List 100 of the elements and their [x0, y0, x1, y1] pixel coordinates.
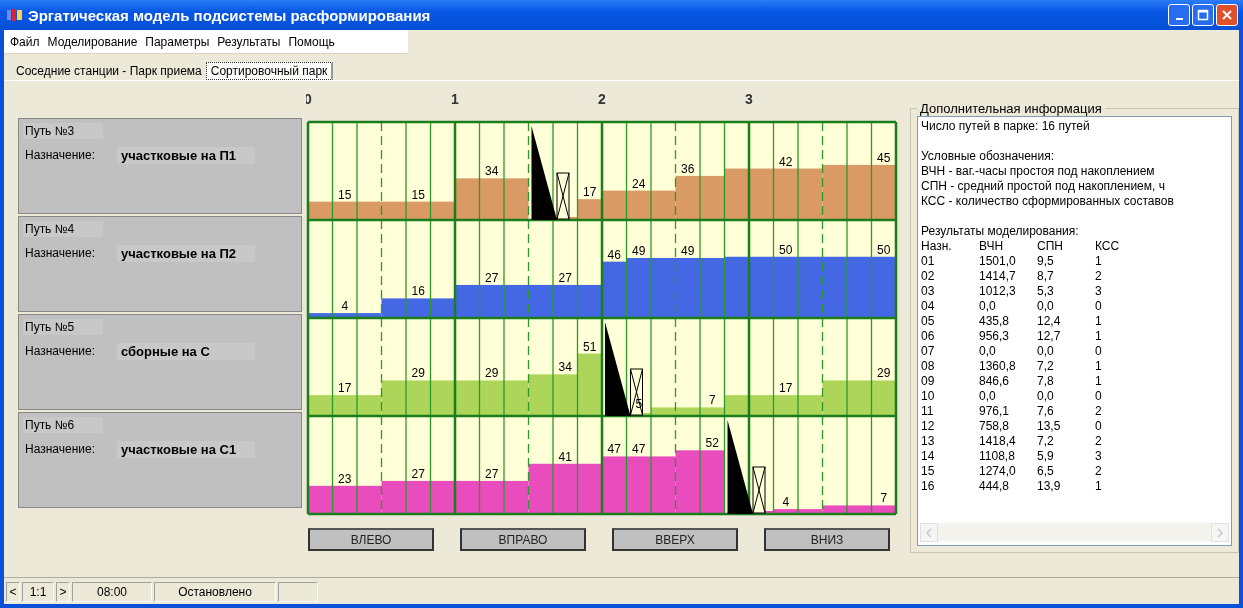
- car-count: 45: [877, 150, 891, 165]
- table-cell-text: 7,2: [1037, 434, 1055, 449]
- car-count: 7: [880, 491, 888, 506]
- car-count: 29: [485, 366, 499, 381]
- table-cell-text: 435,8: [979, 314, 1011, 329]
- table-cell-text: 1: [1095, 254, 1103, 269]
- table-cell-text: 0: [1095, 299, 1103, 314]
- results-title: Результаты моделирования:: [921, 224, 1080, 239]
- car-count: 15: [411, 187, 425, 202]
- car-count: 34: [558, 360, 572, 375]
- maximize-button[interactable]: [1192, 4, 1214, 26]
- menu-item[interactable]: Моделирование: [43, 33, 142, 53]
- minimize-icon: [1175, 17, 1183, 20]
- table-cell-text: 0: [1095, 344, 1103, 359]
- car-count: 46: [607, 247, 621, 262]
- menu-item[interactable]: Параметры: [141, 33, 214, 53]
- car-count: 51: [583, 339, 597, 354]
- purpose-label: Назначение:: [24, 343, 96, 360]
- car-count: 34: [485, 164, 499, 179]
- minimize-button[interactable]: [1168, 4, 1190, 26]
- car-count: 17: [583, 185, 597, 200]
- table-cell-text: 08: [921, 359, 936, 374]
- table-cell-text: 07: [921, 344, 936, 359]
- car-count: 15: [338, 187, 352, 202]
- purpose-label: Назначение:: [24, 245, 96, 262]
- table-cell-text: 10: [921, 389, 936, 404]
- nav-button[interactable]: ВВЕРХ: [612, 528, 738, 551]
- legend-text: КСС - количество сформированных составов: [921, 194, 1175, 209]
- car-count: 4: [782, 495, 790, 510]
- column-header: СПН: [1037, 239, 1064, 254]
- tab[interactable]: Соседние станции - Парк приема: [12, 62, 206, 80]
- table-cell-text: 1274,0: [979, 464, 1017, 479]
- nav-button[interactable]: ВНИЗ: [764, 528, 890, 551]
- car-count: 24: [632, 176, 646, 191]
- close-icon: [1221, 9, 1233, 21]
- close-button[interactable]: [1216, 4, 1238, 26]
- app-icon: [6, 7, 24, 23]
- nav-button[interactable]: ВПРАВО: [460, 528, 586, 551]
- car-count: 17: [779, 381, 793, 396]
- wagon-icon: [556, 172, 570, 220]
- car-count: 27: [485, 466, 499, 481]
- table-cell-text: 2: [1095, 269, 1103, 284]
- column-header: ВЧН: [979, 239, 1005, 254]
- table-cell-text: 1360,8: [979, 359, 1017, 374]
- table-cell-text: 846,6: [979, 374, 1011, 389]
- car-count: 7: [708, 393, 716, 408]
- table-cell-text: 8,7: [1037, 269, 1055, 284]
- table-cell-text: 1: [1095, 329, 1103, 344]
- menu-item[interactable]: Результаты: [213, 33, 285, 53]
- car-count: 42: [779, 154, 793, 169]
- table-cell-text: 1: [1095, 314, 1103, 329]
- table-cell-text: 16: [921, 479, 936, 494]
- axis-label: 1: [451, 91, 459, 107]
- legend-text: СПН - средний простой под накоплением, ч: [921, 179, 1166, 194]
- wagon-icon: [630, 368, 643, 416]
- table-cell-text: 2: [1095, 434, 1103, 449]
- table-cell-text: 12: [921, 419, 936, 434]
- car-count: 23: [338, 471, 352, 486]
- table-cell-text: 06: [921, 329, 936, 344]
- tab[interactable]: Сортировочный парк: [205, 62, 334, 80]
- table-cell-text: 5,9: [1037, 449, 1055, 464]
- track-title: Путь №6: [23, 417, 103, 433]
- wagon-icon: [752, 466, 766, 514]
- table-cell-text: 1: [1095, 359, 1103, 374]
- axis-label: 3: [745, 91, 753, 107]
- table-cell-text: 1414,7: [979, 269, 1017, 284]
- time-indicator: 08:00: [72, 582, 152, 602]
- table-cell-text: 444,8: [979, 479, 1011, 494]
- car-count: 27: [411, 466, 425, 481]
- car-count: 4: [341, 299, 349, 314]
- table-cell-text: 12,7: [1037, 329, 1062, 344]
- menu-item[interactable]: Файл: [6, 33, 44, 53]
- table-cell-text: 1: [1095, 479, 1103, 494]
- table-cell-text: 15: [921, 464, 936, 479]
- table-cell-text: 0,0: [979, 389, 997, 404]
- table-cell-text: 2: [1095, 464, 1103, 479]
- car-count: 50: [877, 242, 891, 257]
- purpose-value: участковые на П1: [117, 147, 255, 164]
- table-cell-text: 14: [921, 449, 936, 464]
- table-cell-text: 13,9: [1037, 479, 1062, 494]
- previous-button[interactable]: <: [6, 582, 20, 602]
- car-count: 50: [779, 242, 793, 257]
- info-text: Число путей в парке: 16 путей: [921, 119, 1091, 134]
- car-count: 27: [558, 270, 572, 285]
- status-text: Остановлено: [154, 582, 276, 602]
- menu-item[interactable]: Помощь: [284, 33, 339, 53]
- legend-text: ВЧН - ваг.-часы простоя под накоплением: [921, 164, 1156, 179]
- table-cell-text: 12,4: [1037, 314, 1062, 329]
- purpose-label: Назначение:: [24, 441, 96, 458]
- axis-label: 2: [598, 91, 606, 107]
- car-count: 49: [632, 244, 646, 258]
- car-count: 52: [705, 436, 719, 451]
- car-count: 41: [558, 449, 572, 464]
- car-count: 36: [681, 161, 695, 176]
- table-cell-text: 0: [1095, 389, 1103, 404]
- nav-button[interactable]: ВЛЕВО: [308, 528, 434, 551]
- purpose-label: Назначение:: [24, 147, 96, 164]
- car-count: 29: [877, 366, 891, 381]
- next-button[interactable]: >: [56, 582, 70, 602]
- table-cell-text: 758,8: [979, 419, 1011, 434]
